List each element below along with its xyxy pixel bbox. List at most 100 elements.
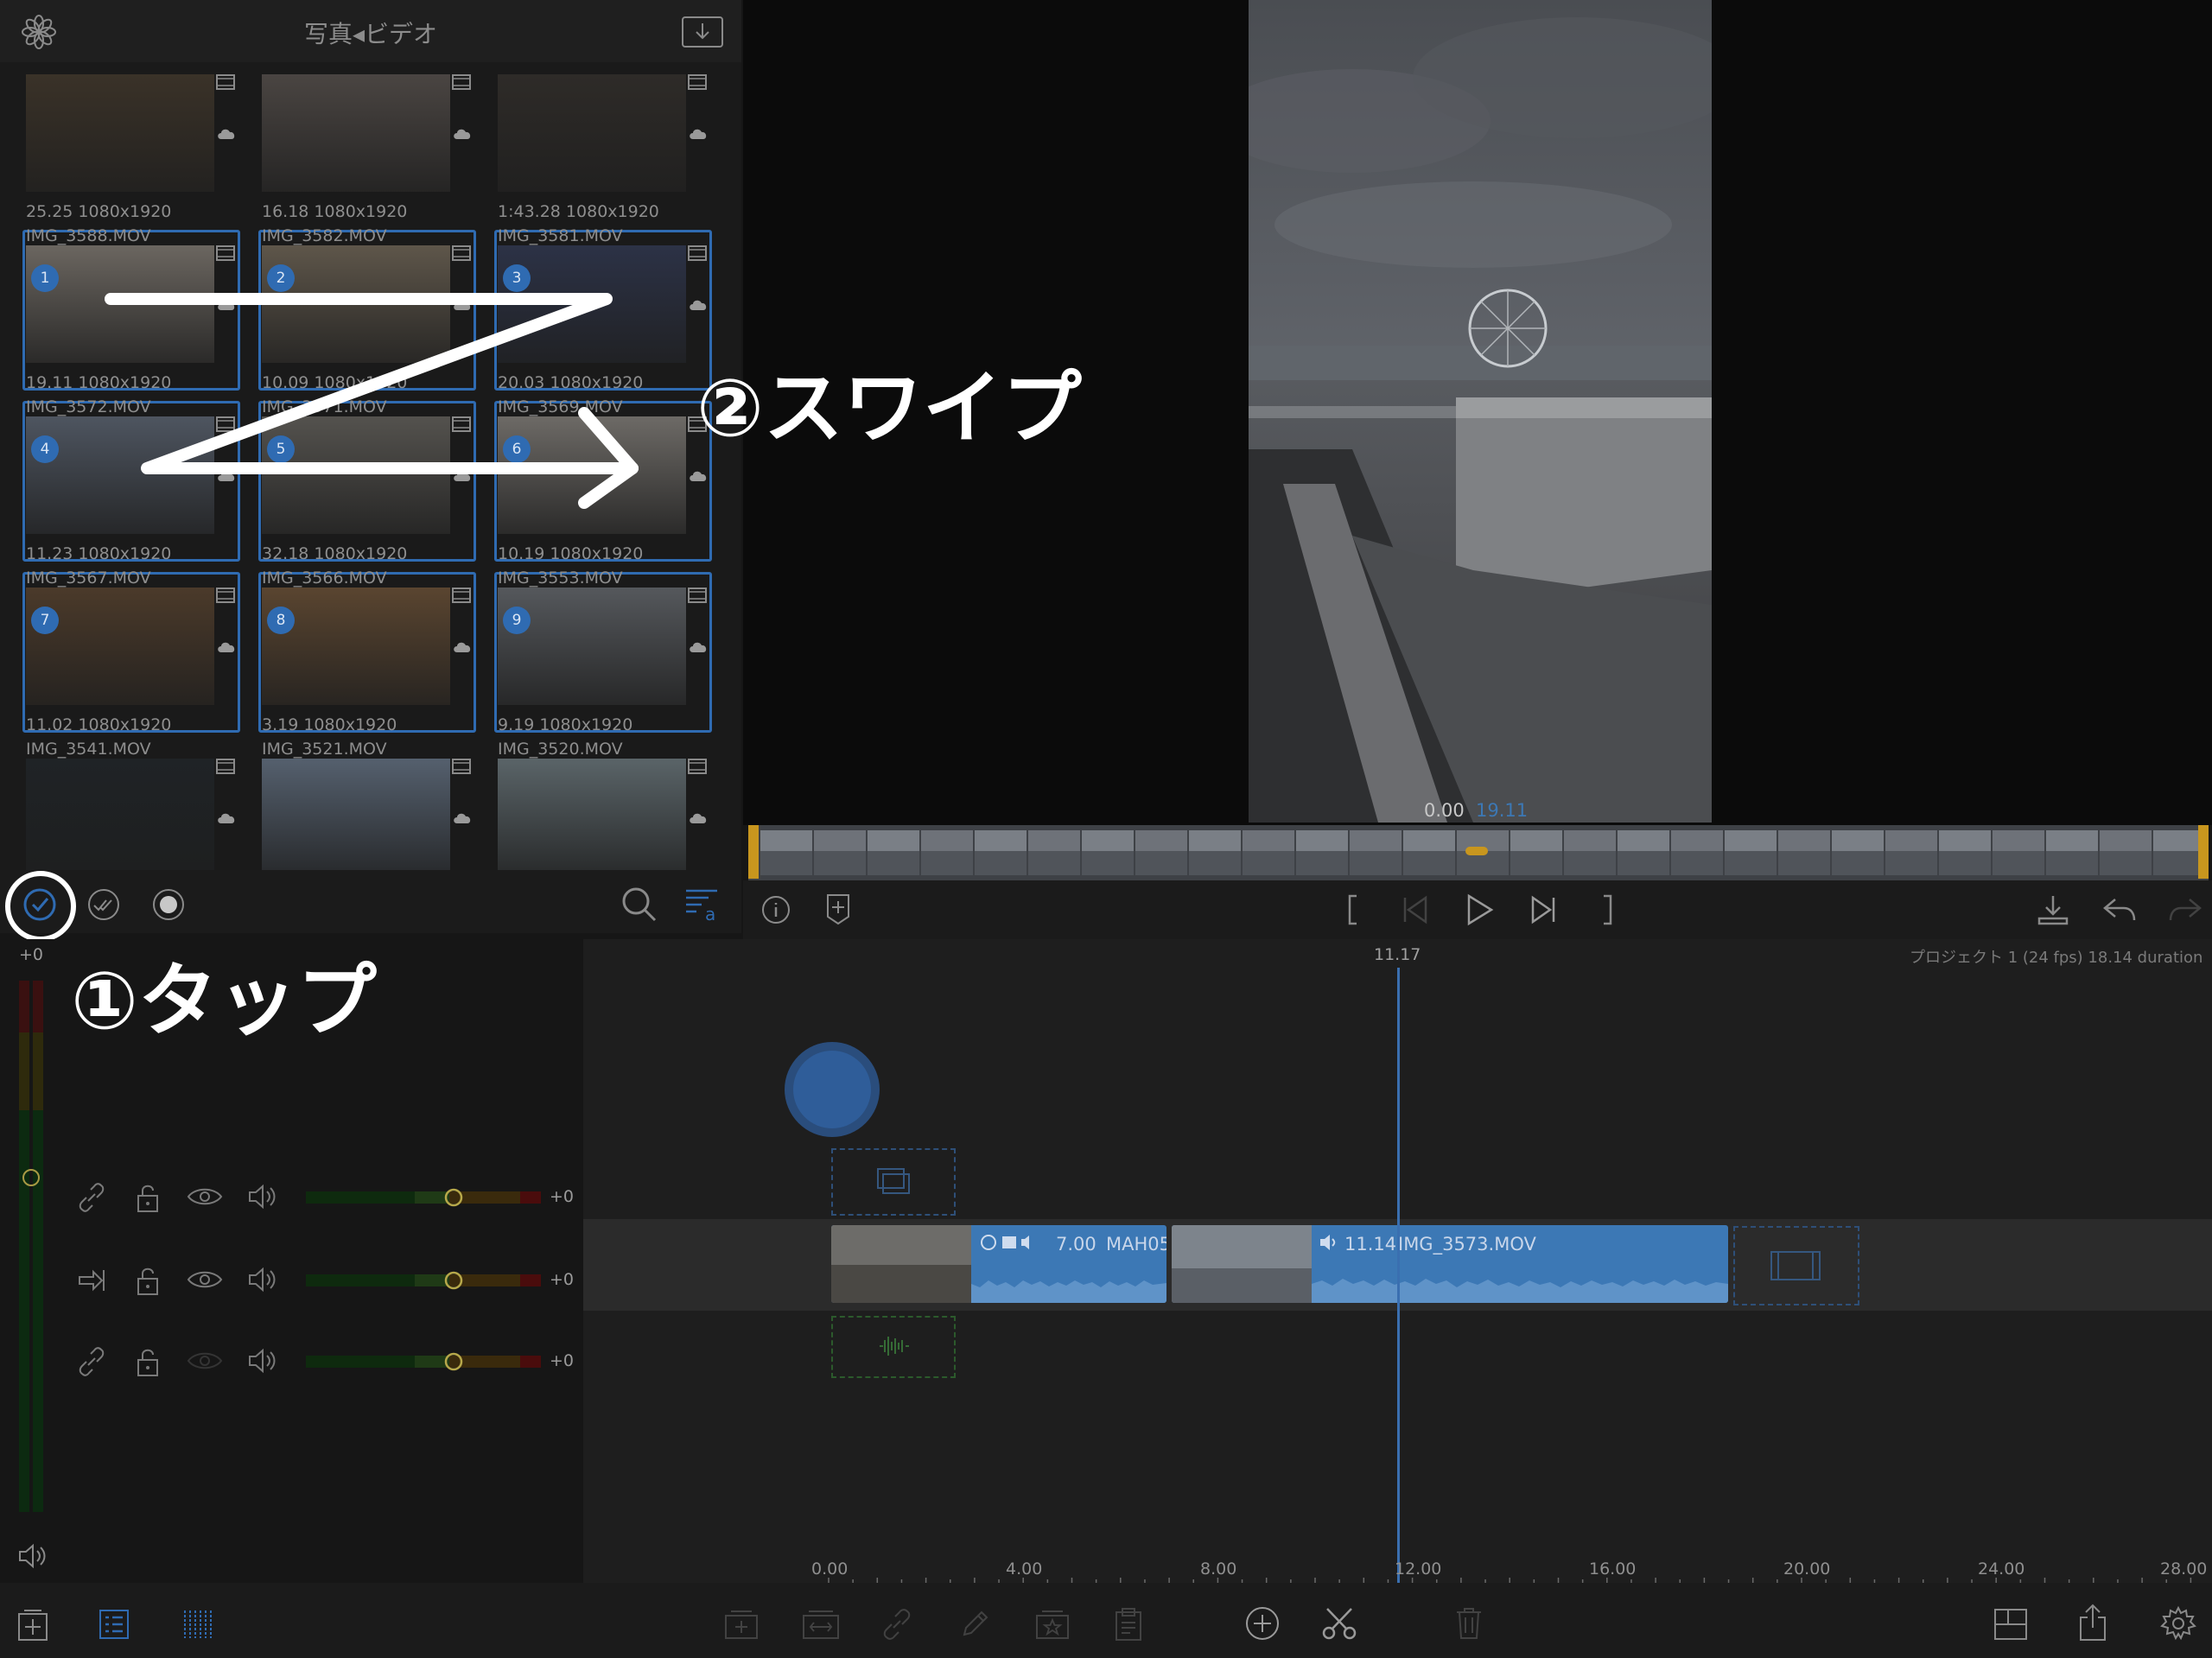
- playhead-time: 11.17: [1374, 945, 1421, 964]
- undo-icon[interactable]: [2101, 894, 2138, 925]
- playhead[interactable]: [1397, 968, 1400, 1583]
- film-icon: [216, 245, 235, 261]
- go-to-end-icon[interactable]: [1528, 894, 1559, 925]
- main-track-end-placeholder[interactable]: [1733, 1226, 1859, 1305]
- add-marker-icon[interactable]: [824, 893, 852, 925]
- cloud-icon: [688, 468, 709, 482]
- filmstrip-frame-lower: [1403, 851, 1455, 875]
- track-lock-icon[interactable]: [135, 1346, 161, 1377]
- track-volume-slider[interactable]: [306, 1187, 541, 1208]
- overlay-track-placeholder[interactable]: [831, 1148, 956, 1216]
- media-tile[interactable]: IMG_3520.MOV1:16.16 1080x1920: [494, 740, 712, 870]
- add-project-icon[interactable]: [16, 1607, 50, 1642]
- cloud-icon: [688, 126, 709, 140]
- track-visibility-icon[interactable]: [187, 1268, 223, 1291]
- timeline-view-icon[interactable]: [181, 1607, 216, 1642]
- media-tile[interactable]: 25.25 1080x1920: [22, 62, 240, 223]
- trim-handle-left[interactable]: [748, 825, 759, 879]
- multi-select-icon[interactable]: [86, 887, 121, 922]
- media-info: 10.19 1080x1920: [498, 544, 644, 563]
- track-lock-icon[interactable]: [135, 1265, 161, 1296]
- mark-in-icon[interactable]: [1344, 893, 1362, 927]
- track-visibility-icon[interactable]: [187, 1350, 223, 1372]
- scissors-icon[interactable]: [1320, 1605, 1358, 1642]
- go-to-start-icon[interactable]: [1400, 894, 1431, 925]
- audio-track-placeholder[interactable]: [831, 1316, 956, 1378]
- filmstrip-frame-lower: [1135, 851, 1187, 875]
- filmstrip-frame-lower: [921, 851, 973, 875]
- play-icon[interactable]: [1464, 893, 1495, 927]
- selection-number-badge: 9: [503, 607, 531, 634]
- info-icon[interactable]: [760, 894, 791, 925]
- add-icon[interactable]: [1244, 1605, 1281, 1642]
- filmstrip-frame-lower: [975, 851, 1027, 875]
- master-level-label: +0: [19, 945, 44, 964]
- media-name: IMG_3567.MOV: [26, 569, 151, 588]
- track-link-icon[interactable]: [76, 1182, 107, 1213]
- layout-icon[interactable]: [1993, 1607, 2029, 1642]
- film-icon: [688, 74, 707, 90]
- clip-1-duration: 7.00: [1056, 1234, 1096, 1255]
- track-link-icon[interactable]: [76, 1346, 107, 1377]
- record-icon[interactable]: [151, 887, 186, 922]
- track-level-label: +0: [550, 1270, 575, 1289]
- track-volume-icon[interactable]: [247, 1184, 278, 1210]
- track-main-icon[interactable]: [76, 1265, 107, 1296]
- track-level-label: +0: [550, 1187, 575, 1206]
- clip-1-name: MAH05: [1106, 1234, 1166, 1255]
- video-thumbnail: [26, 74, 214, 192]
- browser-list-icon[interactable]: [97, 1607, 131, 1642]
- filmstrip-playhead-marker[interactable]: [1465, 847, 1488, 855]
- track-volume-icon[interactable]: [247, 1267, 278, 1293]
- browser-title[interactable]: 写真◂ビデオ: [0, 16, 741, 50]
- media-tile[interactable]: 1:43.28 1080x1920: [494, 62, 712, 223]
- media-tile[interactable]: IMG_3567.MOV 11.02 1080x1920 7: [22, 569, 240, 736]
- track-controls-row: +0: [0, 1180, 583, 1215]
- video-thumbnail: [498, 588, 686, 705]
- filmstrip-frame-lower: [1296, 851, 1348, 875]
- search-icon[interactable]: [620, 886, 658, 924]
- trim-handle-right[interactable]: [2198, 825, 2209, 879]
- track-volume-slider[interactable]: [306, 1351, 541, 1372]
- media-tile[interactable]: IMG_3553.MOV 9.19 1080x1920 9: [494, 569, 712, 736]
- clip-2-audio-icon: [1319, 1232, 1339, 1253]
- media-name: IMG_3541.MOV: [26, 740, 151, 759]
- filmstrip-frame-lower: [2153, 851, 2205, 875]
- clip-2-duration: 11.14: [1344, 1234, 1397, 1255]
- master-volume-icon[interactable]: [17, 1543, 48, 1569]
- master-audio-meter[interactable]: [17, 981, 45, 1512]
- filmstrip-frame-lower: [1885, 851, 1937, 875]
- media-info: 1:43.28 1080x1920: [498, 202, 659, 221]
- mark-out-icon[interactable]: [1599, 893, 1616, 927]
- media-name: IMG_3520.MOV: [498, 740, 623, 759]
- media-tile[interactable]: IMG_3541.MOV8.24 1080x1920: [22, 740, 240, 870]
- media-tile[interactable]: IMG_3521.MOV47.26 1080x1920: [258, 740, 476, 870]
- share-icon[interactable]: [2077, 1604, 2108, 1642]
- settings-gear-icon[interactable]: [2160, 1605, 2196, 1642]
- cloud-icon: [216, 639, 237, 653]
- filmstrip-frame-lower: [760, 851, 812, 875]
- track-volume-icon[interactable]: [247, 1348, 278, 1374]
- track-level-label: +0: [550, 1351, 575, 1370]
- media-tile[interactable]: 16.18 1080x1920: [258, 62, 476, 223]
- ruler-label: 28.00: [2160, 1560, 2208, 1579]
- ruler-label: 16.00: [1589, 1560, 1637, 1579]
- media-tile[interactable]: IMG_3566.MOV 3.19 1080x1920 8: [258, 569, 476, 736]
- media-name: IMG_3566.MOV: [262, 569, 387, 588]
- redo-icon[interactable]: [2167, 894, 2203, 925]
- ruler-label: 0.00: [811, 1560, 849, 1579]
- track-volume-slider[interactable]: [306, 1270, 541, 1291]
- clip-1[interactable]: 7.00 MAH05: [831, 1225, 1166, 1303]
- import-icon[interactable]: [681, 16, 724, 48]
- tap-annotation: ①タップ: [71, 955, 377, 1047]
- filmstrip-frame-lower: [1189, 851, 1241, 875]
- track-visibility-icon[interactable]: [187, 1185, 223, 1208]
- film-icon: [216, 588, 235, 603]
- track-lock-icon[interactable]: [135, 1182, 161, 1213]
- film-icon: [452, 245, 471, 261]
- clip-2[interactable]: 11.14 IMG_3573.MOV: [1172, 1225, 1728, 1303]
- export-down-icon[interactable]: [2036, 893, 2070, 927]
- video-preview[interactable]: [1249, 0, 1712, 823]
- media-info: 3.19 1080x1920: [262, 715, 397, 734]
- sort-icon[interactable]: a: [683, 886, 721, 924]
